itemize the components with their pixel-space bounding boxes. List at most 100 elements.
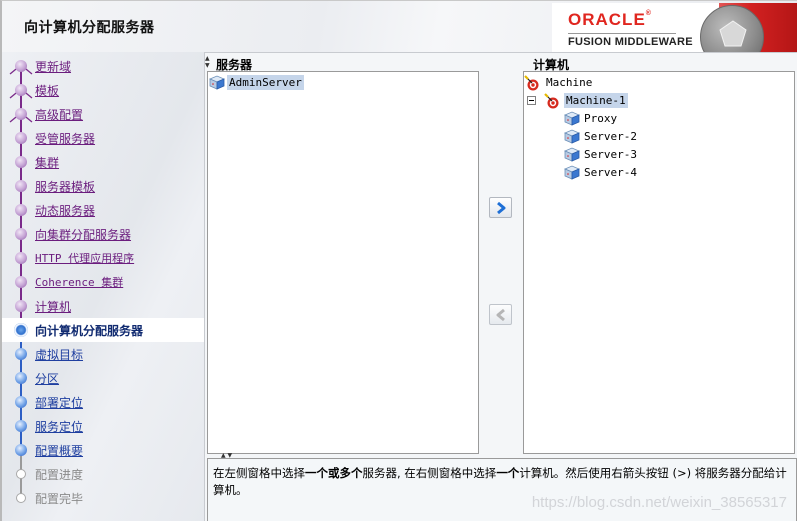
page-title: 向计算机分配服务器 <box>24 20 155 36</box>
step-status-icon <box>15 228 27 240</box>
help-text-bold: 一个或多个 <box>305 466 363 480</box>
collapse-toggle-icon[interactable] <box>527 96 536 105</box>
sidebar-step-label[interactable]: 分区 <box>35 370 59 387</box>
sidebar-step[interactable]: 分区 <box>2 366 204 390</box>
sidebar-step-label[interactable]: 计算机 <box>35 298 71 315</box>
sidebar-step-label[interactable]: 高级配置 <box>35 106 83 123</box>
sidebar-step[interactable]: 部署定位 <box>2 390 204 414</box>
machine-tree-node[interactable]: Machine <box>524 74 594 91</box>
step-status-icon <box>15 444 27 456</box>
server-name: Server-2 <box>584 130 637 143</box>
server-icon <box>564 129 580 144</box>
assigned-server-node[interactable]: Server-2 <box>564 128 639 145</box>
sidebar-step[interactable]: 模板 <box>2 78 204 102</box>
sidebar-step-label[interactable]: Coherence 集群 <box>35 274 123 290</box>
step-status-icon <box>15 204 27 216</box>
unassign-left-button[interactable] <box>489 304 512 325</box>
server-name: Server-4 <box>584 166 637 179</box>
server-icon <box>564 111 580 126</box>
step-status-icon <box>14 323 28 337</box>
step-status-icon <box>15 372 27 384</box>
assigned-server-node[interactable]: Proxy <box>564 110 619 127</box>
server-icon <box>564 165 580 180</box>
sidebar-step[interactable]: 受管服务器 <box>2 126 204 150</box>
step-status-icon <box>15 396 27 408</box>
sidebar-step[interactable]: Coherence 集群 <box>2 270 204 294</box>
sidebar-step[interactable]: 虚拟目标 <box>2 342 204 366</box>
sidebar-step[interactable]: 配置概要 <box>2 438 204 462</box>
sidebar-step[interactable]: 动态服务器 <box>2 198 204 222</box>
step-status-icon <box>15 300 27 312</box>
sidebar-step: 配置进度 <box>2 462 204 486</box>
sidebar-step[interactable]: 更新域 <box>2 54 204 78</box>
step-status-icon <box>15 180 27 192</box>
machine-name: Machine-1 <box>564 93 628 108</box>
step-status-icon <box>15 156 27 168</box>
step-status-icon <box>15 276 27 288</box>
sidebar-step[interactable]: 服务器模板 <box>2 174 204 198</box>
sidebar-step-label[interactable]: 动态服务器 <box>35 202 95 219</box>
machines-pane[interactable]: Machine Machine-1 Proxy Server-2 Server-3 Ser… <box>523 71 795 454</box>
sidebar-step-label[interactable]: 部署定位 <box>35 394 83 411</box>
sidebar-step-label[interactable]: HTTP 代理应用程序 <box>35 250 134 266</box>
machine-tree-node[interactable]: Machine-1 <box>544 92 628 109</box>
product-name: FUSION MIDDLEWARE <box>568 36 693 48</box>
assigned-server-node[interactable]: Server-4 <box>564 164 639 181</box>
server-list-item[interactable]: AdminServer <box>209 74 304 91</box>
sidebar-step-label[interactable]: 虚拟目标 <box>35 346 83 363</box>
sidebar-step[interactable]: 向集群分配服务器 <box>2 222 204 246</box>
sidebar-step-label[interactable]: 集群 <box>35 154 59 171</box>
sidebar-step-label[interactable]: 更新域 <box>35 58 71 75</box>
servers-pane[interactable]: AdminServer <box>207 71 479 454</box>
server-name: Server-3 <box>584 148 637 161</box>
step-status-icon <box>15 348 27 360</box>
server-icon <box>209 75 225 90</box>
sidebar-step[interactable]: 集群 <box>2 150 204 174</box>
assign-right-button[interactable] <box>489 197 512 218</box>
sidebar-step-label[interactable]: 向集群分配服务器 <box>35 226 131 243</box>
step-status-icon <box>16 469 26 479</box>
sidebar-step-label[interactable]: 配置概要 <box>35 442 83 459</box>
server-icon <box>564 147 580 162</box>
registered-mark: ® <box>645 10 652 17</box>
sidebar-step[interactable]: HTTP 代理应用程序 <box>2 246 204 270</box>
server-name: AdminServer <box>227 75 304 90</box>
step-status-icon <box>15 132 27 144</box>
sidebar-step: 配置完毕 <box>2 486 204 510</box>
main-content: ▲ ▼ 服务器 AdminServer 计算机 Machine Machine-1 P… <box>205 52 797 521</box>
sidebar-step-label[interactable]: 模板 <box>35 82 59 99</box>
sidebar-step-label: 配置进度 <box>35 467 84 482</box>
oracle-logo-text: ORACLE <box>568 10 646 29</box>
chevron-left-icon <box>496 308 505 321</box>
assigned-server-node[interactable]: Server-3 <box>564 146 639 163</box>
sidebar-step[interactable]: 高级配置 <box>2 102 204 126</box>
brand-divider <box>568 33 676 34</box>
machine-name: Machine <box>546 76 593 89</box>
help-text: 服务器, 在右侧窗格中选择 <box>362 466 497 480</box>
step-status-icon <box>15 60 27 72</box>
server-name: Proxy <box>584 112 618 125</box>
machine-icon <box>544 92 559 108</box>
oracle-brand-banner: ORACLE® FUSION MIDDLEWARE <box>552 3 797 69</box>
help-text-bold: 一个 <box>496 466 520 480</box>
sidebar-step-label[interactable]: 受管服务器 <box>35 130 95 147</box>
wizard-steps-sidebar: 更新域模板高级配置受管服务器集群服务器模板动态服务器向集群分配服务器 HTTP 代… <box>0 52 205 521</box>
sidebar-step: 向计算机分配服务器 <box>2 318 204 342</box>
watermark: https://blog.csdn.net/weixin_38565317 <box>531 494 787 511</box>
chevron-right-icon <box>496 201 505 214</box>
oracle-logo: ORACLE® <box>568 10 652 30</box>
sidebar-step[interactable]: 计算机 <box>2 294 204 318</box>
sidebar-step-label: 配置完毕 <box>35 491 84 506</box>
wizard-header: 向计算机分配服务器 ORACLE® FUSION MIDDLEWARE <box>0 0 797 69</box>
sidebar-step[interactable]: 服务定位 <box>2 414 204 438</box>
sidebar-step-label[interactable]: 服务器模板 <box>35 178 95 195</box>
splitter-handle-icon[interactable]: ▲ ▼ <box>205 55 210 69</box>
sidebar-step-label: 向计算机分配服务器 <box>35 323 144 338</box>
sidebar-step-label[interactable]: 服务定位 <box>35 418 83 435</box>
step-status-icon <box>15 420 27 432</box>
help-text: 在左侧窗格中选择 <box>213 466 305 480</box>
step-status-icon <box>15 252 27 264</box>
step-status-icon <box>15 108 27 120</box>
help-text-panel: 在左侧窗格中选择一个或多个服务器, 在右侧窗格中选择一个计算机。然后使用右箭头按… <box>207 458 797 521</box>
step-status-icon <box>15 84 27 96</box>
